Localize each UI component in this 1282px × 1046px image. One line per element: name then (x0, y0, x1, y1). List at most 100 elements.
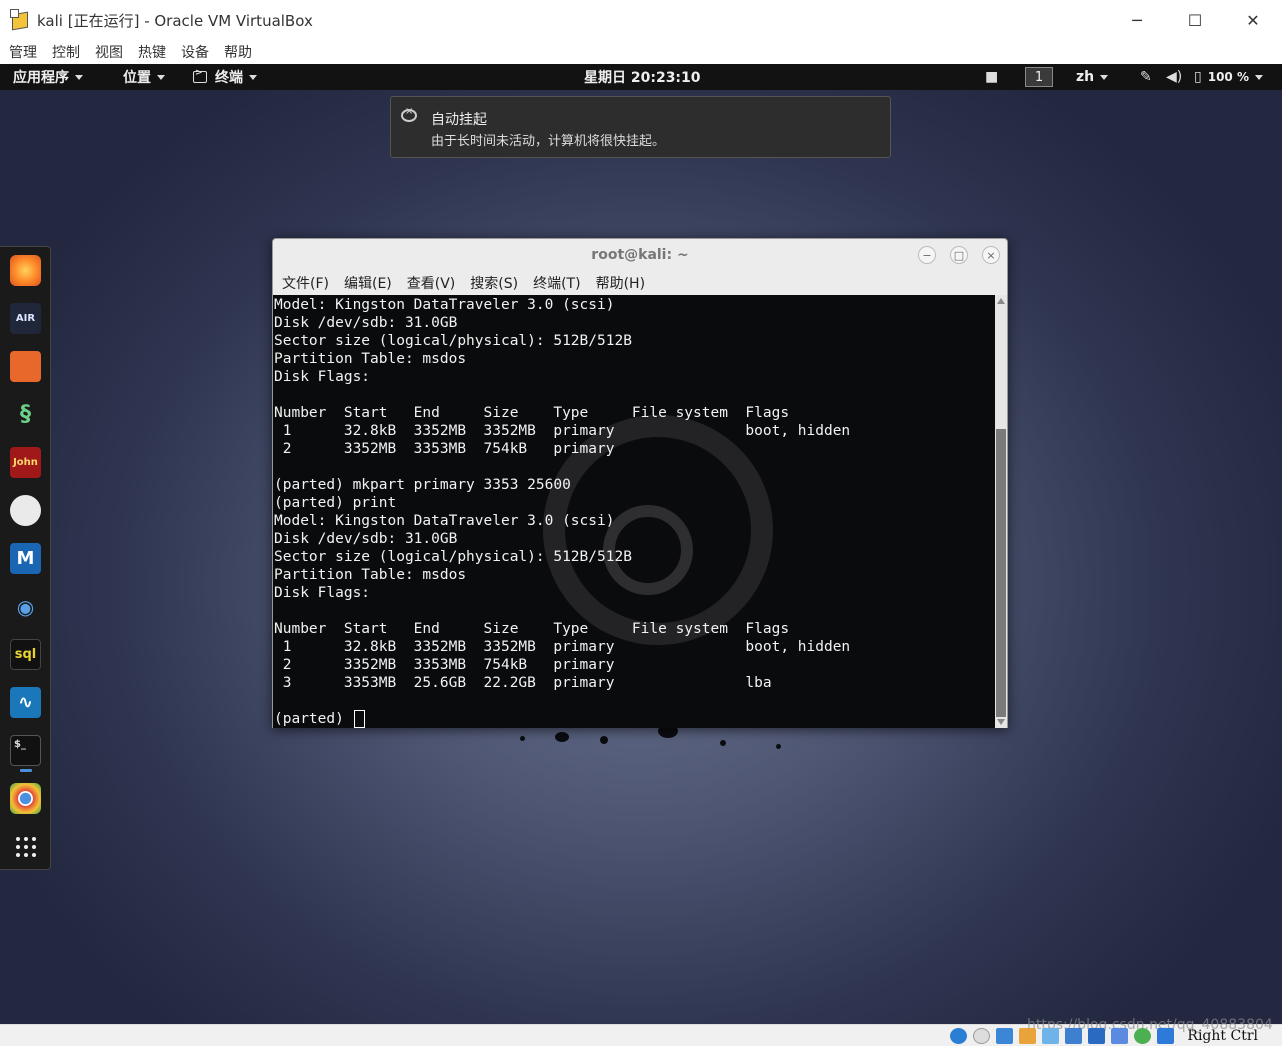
terminal-line: Sector size (logical/physical): 512B/512… (274, 549, 632, 565)
chevron-down-icon (1100, 74, 1109, 80)
terminal-line: 3 3353MB 25.6GB 22.2GB primary lba (274, 675, 772, 691)
display-icon[interactable] (1088, 1028, 1105, 1044)
john-icon[interactable]: John (10, 447, 41, 478)
keyboard-capture-icon[interactable] (1157, 1028, 1174, 1044)
guest-screen[interactable]: 应用程序 位置 终端 星期日 20:23:10 ■ 1 zh ✎ ◀) ▯ 10… (0, 64, 1282, 1024)
terminal-menu-search[interactable]: 搜索(S) (470, 273, 518, 293)
terminal-menu-view[interactable]: 查看(V) (407, 273, 456, 293)
terminal-scrollbar[interactable] (995, 295, 1007, 728)
battery-icon: ▯ (1194, 69, 1202, 85)
minimize-button[interactable]: ─ (1108, 0, 1166, 40)
guest-additions-icon[interactable] (1134, 1028, 1151, 1044)
suspend-notification[interactable]: 自动挂起 由于长时间未活动，计算机将很快挂起。 (390, 96, 891, 158)
chevron-down-icon (75, 74, 83, 80)
vbox-statusbar: https://blog.csdn.net/qq_40883804 Right … (0, 1017, 1282, 1046)
terminal-cursor (353, 710, 365, 728)
notification-icon (401, 106, 417, 122)
terminal-dock-label: $_ (14, 739, 26, 750)
language-menu[interactable]: zh (1076, 64, 1109, 90)
volume-icon[interactable]: ◀) (1166, 64, 1182, 90)
clock-text: 星期日 20:23:10 (584, 70, 701, 86)
places-menu[interactable]: 位置 (123, 64, 165, 90)
network-status-icon[interactable] (1019, 1028, 1036, 1044)
aircrack-icon[interactable]: AIR (10, 303, 41, 334)
clock[interactable]: 星期日 20:23:10 (584, 64, 701, 90)
menu-devices[interactable]: 设备 (181, 42, 209, 62)
terminal-titlebar[interactable]: root@kali: ~ − □ × (273, 239, 1007, 271)
menu-help[interactable]: 帮助 (224, 42, 252, 62)
shared-folders-icon[interactable] (1065, 1028, 1082, 1044)
virtualbox-icon (10, 9, 32, 31)
applications-menu[interactable]: 应用程序 (13, 64, 83, 90)
wallpaper-splat (720, 740, 726, 746)
terminal-close-button[interactable]: × (982, 246, 1000, 264)
terminal-menu-label: 终端 (215, 70, 243, 86)
hard-disk-icon[interactable] (950, 1028, 967, 1044)
chevron-down-icon (157, 74, 165, 80)
video-recorder-icon[interactable]: ■ (985, 64, 998, 90)
close-button[interactable]: ✕ (1224, 0, 1282, 40)
menu-control[interactable]: 控制 (52, 42, 80, 62)
terminal-menu-terminal[interactable]: 终端(T) (533, 273, 580, 293)
aircrack-label: AIR (15, 313, 36, 324)
terminal-prompt: (parted) (274, 711, 353, 727)
terminal-line: 2 3352MB 3353MB 754kB primary (274, 657, 615, 673)
battery-label: 100 % (1207, 70, 1249, 84)
burpsuite-icon[interactable] (10, 351, 41, 382)
terminal-app-menu[interactable]: 终端 (193, 64, 257, 90)
terminal-line: Partition Table: msdos (274, 351, 467, 367)
sqlmap-icon[interactable]: sql (10, 639, 41, 670)
terminal-line: Sector size (logical/physical): 512B/512… (274, 333, 632, 349)
dash-dock: AIR § John M ◉ sql ∿ $_ (0, 246, 51, 870)
terminal-prompt-line[interactable]: (parted) (274, 710, 850, 728)
eye-glyph: ◉ (16, 594, 35, 619)
chrome-icon[interactable] (10, 783, 41, 814)
terminal-line: (parted) print (274, 495, 397, 511)
workspace-indicator[interactable]: 1 (1025, 64, 1053, 90)
wallpaper-splat (520, 736, 525, 741)
system-menu[interactable]: ▯ 100 % (1194, 64, 1263, 90)
scroll-up-icon[interactable] (997, 298, 1005, 304)
network-icon[interactable]: ✎ (1140, 64, 1152, 90)
terminal-menu-file[interactable]: 文件(F) (282, 273, 329, 293)
maltego-icon[interactable] (10, 495, 41, 526)
video-capture-icon[interactable] (1111, 1028, 1128, 1044)
wireshark-glyph: ∿ (17, 692, 34, 713)
scrollbar-thumb[interactable] (996, 429, 1006, 717)
places-label: 位置 (123, 70, 151, 86)
terminal-text: Model: Kingston DataTraveler 3.0 (scsi) D… (274, 296, 850, 728)
sqlmap-label: sql (14, 647, 37, 662)
language-label: zh (1076, 69, 1095, 85)
menu-manage[interactable]: 管理 (9, 42, 37, 62)
terminal-menu-help[interactable]: 帮助(H) (596, 273, 645, 293)
terminal-dock-icon[interactable]: $_ (10, 735, 41, 766)
audio-icon[interactable] (996, 1028, 1013, 1044)
terminal-line: Model: Kingston DataTraveler 3.0 (scsi) (274, 297, 615, 313)
running-indicator (20, 769, 32, 772)
terminal-window: root@kali: ~ − □ × 文件(F) 编辑(E) 查看(V) 搜索(… (272, 238, 1008, 728)
chevron-down-icon (1254, 74, 1263, 80)
terminal-output[interactable]: Model: Kingston DataTraveler 3.0 (scsi) D… (273, 295, 995, 728)
terminal-minimize-button[interactable]: − (918, 246, 936, 264)
wallpaper-splat (776, 744, 781, 749)
terminal-line: Disk Flags: (274, 369, 371, 385)
eye-app-icon[interactable]: ◉ (10, 591, 41, 622)
usb-icon[interactable] (1042, 1028, 1059, 1044)
terminal-line: 2 3352MB 3353MB 754kB primary (274, 441, 615, 457)
wireshark-icon[interactable]: ∿ (10, 687, 41, 718)
scroll-down-icon[interactable] (997, 719, 1005, 725)
metasploit-glyph: M (16, 548, 35, 569)
terminal-menu-edit[interactable]: 编辑(E) (344, 273, 392, 293)
terminal-maximize-button[interactable]: □ (950, 246, 968, 264)
show-applications-icon[interactable] (10, 831, 41, 862)
menu-hotkeys[interactable]: 热键 (138, 42, 166, 62)
workspace-number: 1 (1025, 67, 1053, 87)
optical-drive-icon[interactable] (973, 1028, 990, 1044)
firefox-icon[interactable] (10, 255, 41, 286)
hydra-icon[interactable]: § (10, 399, 41, 430)
maximize-button[interactable]: ☐ (1166, 0, 1224, 40)
metasploit-icon[interactable]: M (10, 543, 41, 574)
menu-view[interactable]: 视图 (95, 42, 123, 62)
